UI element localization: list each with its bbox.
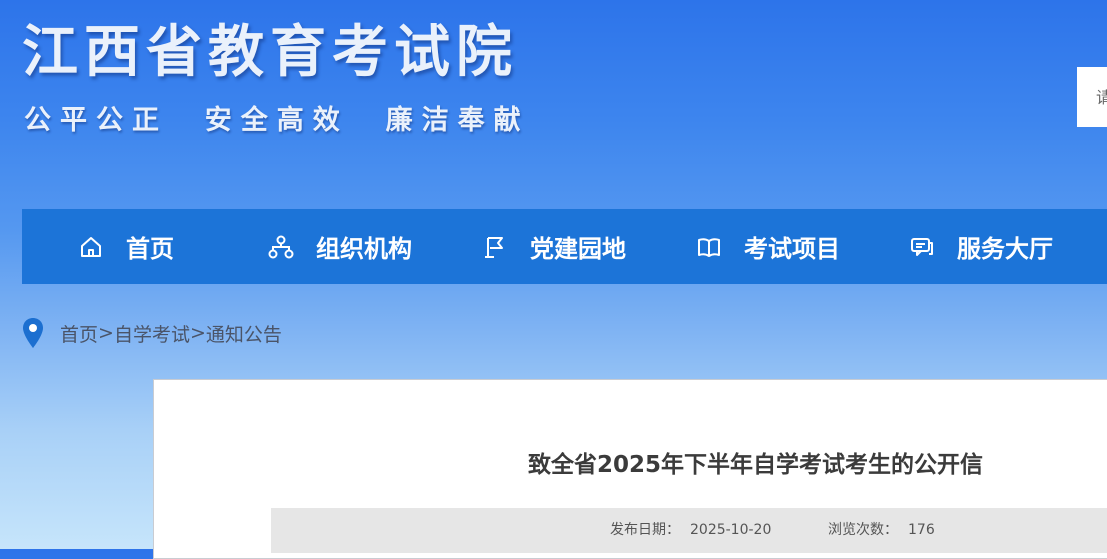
publish-date-label: 发布日期： (610, 522, 680, 538)
book-icon (698, 237, 720, 257)
view-count-label: 浏览次数： (828, 522, 898, 538)
home-icon (81, 236, 101, 257)
breadcrumb-separator: > (98, 322, 114, 344)
nav-label-home: 首页 (126, 235, 174, 263)
nav-label-service-hall: 服务大厅 (957, 235, 1053, 263)
nav-label-organization: 组织机构 (316, 235, 412, 263)
location-pin-icon (23, 318, 43, 348)
breadcrumb-notices[interactable]: 通知公告 (206, 320, 282, 347)
nav-label-party-building: 党建园地 (530, 235, 626, 263)
nav-item-service-hall[interactable]: 服务大厅 (909, 209, 1053, 284)
breadcrumb-separator: > (189, 322, 206, 344)
nav-label-exam-projects: 考试项目 (744, 235, 840, 263)
breadcrumb-home[interactable]: 首页 (60, 320, 98, 347)
site-slogan: 公平公正 安全高效 廉洁奉献 (24, 105, 530, 136)
nav-item-party-building[interactable]: 党建园地 (482, 209, 626, 284)
publish-date-value: 2025-10-20 (690, 522, 772, 538)
nav-item-home[interactable]: 首页 (78, 209, 174, 284)
party-flag-icon (485, 236, 503, 258)
nav-item-exam-projects[interactable]: 考试项目 (696, 209, 840, 284)
org-chart-icon (268, 235, 294, 258)
breadcrumb-self-study-exam[interactable]: 自学考试 (114, 320, 190, 347)
main-nav: 首页 组织机构 党建园地 考试项目 服务大厅 (22, 209, 1107, 284)
search-input[interactable] (1077, 67, 1107, 127)
article-title: 致全省2025年下半年自学考试考生的公开信 (528, 452, 984, 478)
view-count-value: 176 (908, 522, 935, 538)
service-icon (911, 237, 933, 256)
site-title: 江西省教育考试院 (22, 20, 518, 85)
nav-item-organization[interactable]: 组织机构 (268, 209, 412, 284)
article-meta-bar: 发布日期： 2025-10-20 浏览次数： 176 (271, 508, 1107, 553)
article-panel: 致全省2025年下半年自学考试考生的公开信 发布日期： 2025-10-20 浏… (153, 379, 1107, 559)
breadcrumb: 首页 > 自学考试 > 通知公告 (22, 316, 282, 350)
